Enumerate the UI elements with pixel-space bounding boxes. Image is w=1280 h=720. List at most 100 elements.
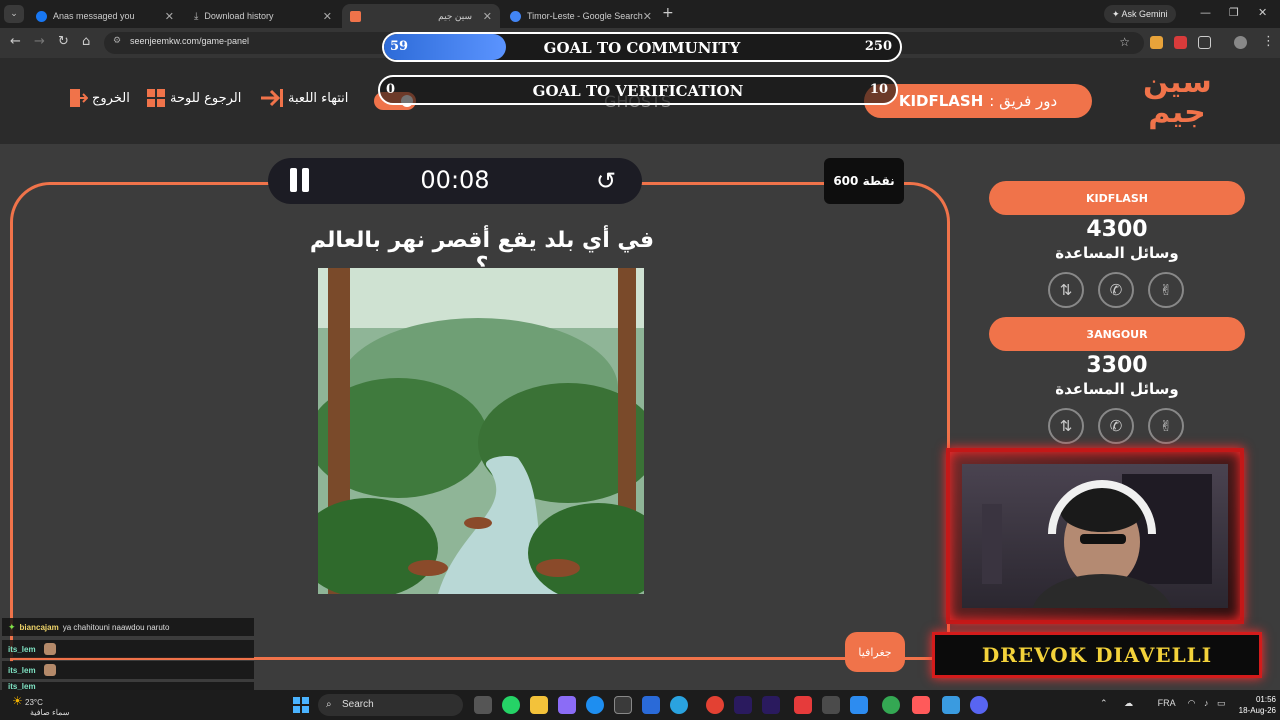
swap-question-icon[interactable]: ⇅ <box>1048 272 1084 308</box>
battery-icon[interactable]: ▭ <box>1217 698 1226 708</box>
logo-text-top: سين <box>1143 65 1212 100</box>
home-icon[interactable]: ⌂ <box>82 34 90 49</box>
ask-gemini-label: Ask Gemini <box>1121 9 1168 19</box>
taskbar-search[interactable]: ⌕ Search <box>318 694 463 716</box>
tab-list-button[interactable]: ⌄ <box>4 5 24 23</box>
search-label: Search <box>342 699 374 710</box>
store-icon[interactable] <box>614 696 632 714</box>
team-1-score: 4300 <box>1086 217 1148 242</box>
system-clock[interactable]: 01:56 18-Aug-26 <box>1226 694 1276 716</box>
team-turn-prefix: دور فريق : <box>989 92 1058 110</box>
chat-message: ✦ biancajam ya chahitouni naawdou naruto <box>2 618 254 636</box>
windows-start-icon[interactable] <box>293 697 309 713</box>
exit-button[interactable]: الخروج <box>68 88 130 108</box>
minimize-icon[interactable]: — <box>1200 6 1211 19</box>
extension-icon[interactable] <box>1150 36 1163 49</box>
call-friend-icon[interactable]: ✆ <box>1098 408 1134 444</box>
photos-icon[interactable] <box>942 696 960 714</box>
clock-time: 01:56 <box>1255 695 1276 704</box>
double-answer-icon[interactable]: ✌ <box>1148 272 1184 308</box>
double-answer-icon[interactable]: ✌ <box>1148 408 1184 444</box>
back-to-board-label: الرجوع للوحة <box>170 90 242 106</box>
goal-community-title: GOAL TO COMMUNITY <box>543 39 741 57</box>
tab-google-search[interactable]: Timor-Leste - Google Search ✕ <box>502 4 660 28</box>
windows-taskbar: ☀ 23°C سماء صافية ⌕ Search ⌃ ☁ FRA ◠ ♪ ▭… <box>0 690 1280 720</box>
question-jungle-image <box>318 268 644 594</box>
forward-icon[interactable]: → <box>34 34 45 49</box>
after-effects-icon[interactable] <box>762 696 780 714</box>
team-1-aids: ⇅ ✆ ✌ <box>1048 272 1188 308</box>
app-pink-icon[interactable] <box>912 696 930 714</box>
tab-facebook[interactable]: Anas messaged you ✕ <box>28 4 182 28</box>
timer-display: 00:08 <box>420 166 490 194</box>
zoom-icon[interactable] <box>850 696 868 714</box>
goal-community-target: 250 <box>864 39 892 54</box>
weather-widget[interactable]: ☀ 23°C سماء صافية <box>12 694 70 717</box>
download-icon: ⤓ <box>194 10 199 22</box>
grid-icon <box>147 89 165 107</box>
tab-downloads[interactable]: ⤓ Download history ✕ <box>186 4 340 28</box>
profile-avatar-icon[interactable] <box>1234 36 1247 49</box>
close-icon[interactable]: ✕ <box>165 10 174 23</box>
goal-verification-bar: 0 GOAL TO VERIFICATION 10 <box>378 75 898 105</box>
url-text: seenjeemkw.com/game-panel <box>130 36 250 46</box>
site-info-icon[interactable]: ⚙ <box>113 36 121 46</box>
premiere-icon[interactable] <box>734 696 752 714</box>
chrome-icon[interactable] <box>706 696 724 714</box>
app-red-icon[interactable] <box>794 696 812 714</box>
goal-community-bar: 59 GOAL TO COMMUNITY 250 <box>382 32 902 62</box>
close-icon[interactable]: ✕ <box>643 10 652 23</box>
tab-seenjeem[interactable]: سين جيم ✕ <box>342 4 500 28</box>
chat-user: its_lem <box>8 665 36 675</box>
extensions-puzzle-icon[interactable] <box>1198 36 1211 49</box>
chrome-profile-icon[interactable] <box>882 696 900 714</box>
chat-message: its_lem <box>2 640 254 658</box>
ask-gemini-button[interactable]: ✦ Ask Gemini <box>1104 5 1176 23</box>
points-badge: 600 نقطة <box>824 158 904 204</box>
chat-message: its_lem <box>2 682 254 691</box>
tab-label: Timor-Leste - Google Search <box>527 11 643 21</box>
menu-icon[interactable]: ⋮ <box>1262 34 1275 49</box>
reload-icon[interactable]: ↻ <box>58 34 69 49</box>
copilot-icon[interactable] <box>558 696 576 714</box>
chat-emote-icon <box>43 664 56 676</box>
weather-sun-icon: ☀ <box>12 694 23 708</box>
app-grey-icon[interactable] <box>822 696 840 714</box>
end-arrow-icon <box>261 89 283 107</box>
back-icon[interactable]: ← <box>10 34 21 49</box>
exit-label: الخروج <box>92 90 130 106</box>
call-friend-icon[interactable]: ✆ <box>1098 272 1134 308</box>
discord-icon[interactable] <box>970 696 988 714</box>
clock-date: 18-Aug-26 <box>1238 706 1276 715</box>
bookmark-star-icon[interactable]: ☆ <box>1119 35 1130 49</box>
adblock-icon[interactable] <box>1174 36 1187 49</box>
team-1-aids-label: وسائل المساعدة <box>1055 244 1179 262</box>
team-2-aids-label: وسائل المساعدة <box>1055 380 1179 398</box>
team-turn-banner: دور فريق : KIDFLASH <box>864 84 1092 118</box>
end-game-button[interactable]: انتهاء اللعبة <box>258 88 348 108</box>
volume-icon[interactable]: ♪ <box>1204 698 1209 708</box>
back-to-board-button[interactable]: الرجوع للوحة <box>146 88 241 108</box>
telegram-icon[interactable] <box>670 696 688 714</box>
whatsapp-icon[interactable] <box>502 696 520 714</box>
system-tray[interactable]: ⌃ ☁ FRA ◠ ♪ ▭ <box>1100 698 1226 709</box>
restart-timer-icon[interactable]: ↺ <box>592 167 620 195</box>
onedrive-icon[interactable]: ☁ <box>1124 698 1133 708</box>
chat-badge-icon: ✦ <box>8 621 16 632</box>
new-tab-button[interactable]: + <box>662 5 674 21</box>
close-window-icon[interactable]: ✕ <box>1258 6 1267 19</box>
edge-icon[interactable] <box>586 696 604 714</box>
language-indicator[interactable]: FRA <box>1158 698 1176 708</box>
wifi-icon[interactable]: ◠ <box>1188 698 1196 708</box>
restore-icon[interactable]: ❐ <box>1229 6 1239 19</box>
outlook-icon[interactable] <box>642 696 660 714</box>
chat-user: biancajam <box>19 622 59 632</box>
task-view-icon[interactable] <box>474 696 492 714</box>
goal-verification-target: 10 <box>869 82 888 97</box>
swap-question-icon[interactable]: ⇅ <box>1048 408 1084 444</box>
close-icon[interactable]: ✕ <box>483 10 492 23</box>
file-explorer-icon[interactable] <box>530 696 548 714</box>
close-icon[interactable]: ✕ <box>323 10 332 23</box>
team-1-name: KIDFLASH <box>989 181 1245 215</box>
tray-chevron-icon[interactable]: ⌃ <box>1100 698 1108 708</box>
